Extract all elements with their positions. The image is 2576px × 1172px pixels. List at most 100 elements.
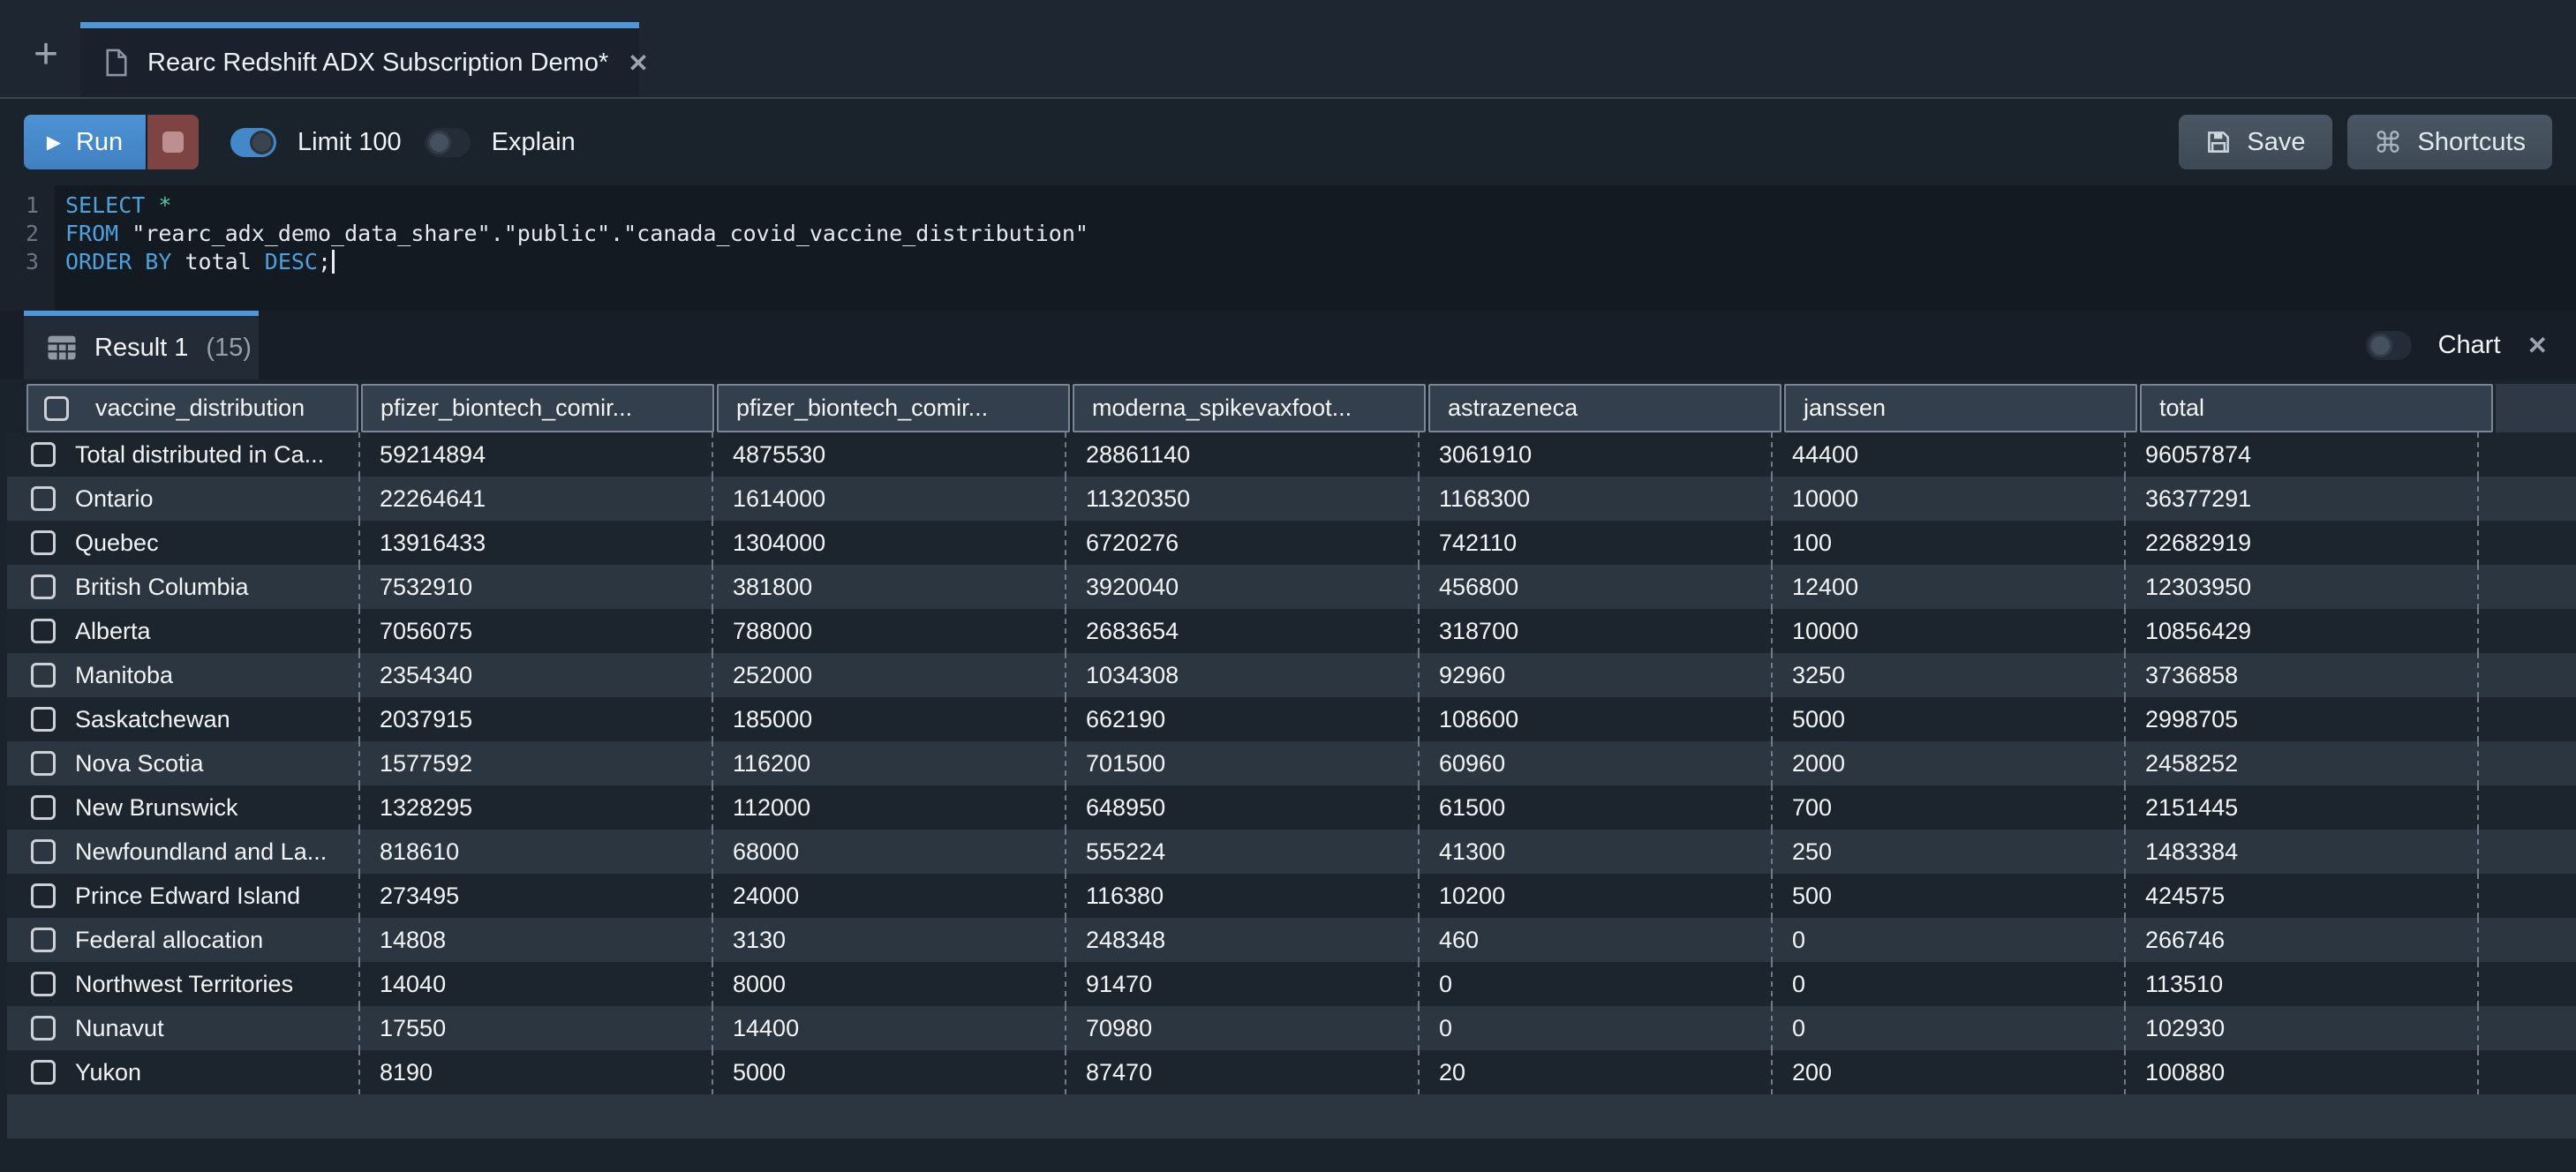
limit-toggle[interactable]: [230, 128, 276, 157]
row-name-cell: Northwest Territories: [7, 962, 358, 1006]
code-text: FROM "rearc_adx_demo_data_share"."public…: [65, 220, 1088, 248]
table-cell: 555224: [1065, 830, 1418, 874]
save-icon: [2205, 129, 2232, 155]
table-row: Manitoba23543402520001034308929603250373…: [7, 653, 2576, 697]
header-filler: [2496, 384, 2576, 432]
table-cell: 59214894: [358, 432, 712, 477]
row-label: Total distributed in Ca...: [75, 441, 324, 469]
editor-toolbar: ▶ Run Limit 100 Explain Save ⌘ Short: [0, 99, 2576, 185]
table-row: Total distributed in Ca...59214894487553…: [7, 432, 2576, 477]
table-cell: 96057874: [2124, 432, 2477, 477]
table-cell: 20: [1418, 1050, 1771, 1094]
table-cell: 273495: [358, 874, 712, 918]
chart-toggle[interactable]: [2366, 331, 2412, 360]
row-checkbox[interactable]: [31, 928, 56, 952]
table-row: Northwest Territories1404080009147000113…: [7, 962, 2576, 1006]
table-cell: 0: [1771, 1006, 2124, 1050]
table-cell: 3736858: [2124, 653, 2477, 697]
code-token: SELECT: [65, 192, 145, 218]
row-name-cell: Saskatchewan: [7, 697, 358, 741]
sql-editor[interactable]: 1SELECT *2FROM "rearc_adx_demo_data_shar…: [0, 185, 2576, 311]
table-row: New Brunswick132829511200064895061500700…: [7, 785, 2576, 830]
row-label: Quebec: [75, 530, 159, 557]
tab-close-icon[interactable]: ✕: [628, 49, 648, 78]
table-cell: 10200: [1418, 874, 1771, 918]
row-checkbox[interactable]: [31, 619, 56, 643]
table-cell: 2151445: [2124, 785, 2477, 830]
results-close-icon[interactable]: ✕: [2527, 331, 2548, 360]
table-cell: 0: [1771, 962, 2124, 1006]
code-text: ORDER BY total DESC;: [65, 248, 335, 276]
row-filler: [2477, 1006, 2576, 1050]
row-checkbox[interactable]: [31, 795, 56, 820]
editor-tab[interactable]: Rearc Redshift ADX Subscription Demo* ✕: [80, 22, 639, 97]
table-cell: 3920040: [1065, 565, 1418, 609]
table-row: Newfoundland and La...818610680005552244…: [7, 830, 2576, 874]
table-cell: 44400: [1771, 432, 2124, 477]
table-cell: 7056075: [358, 609, 712, 653]
table-cell: 248348: [1065, 918, 1418, 962]
column-header[interactable]: janssen: [1784, 384, 2137, 432]
explain-toggle[interactable]: [425, 128, 471, 157]
row-checkbox[interactable]: [31, 1016, 56, 1041]
table-cell: 185000: [712, 697, 1065, 741]
row-name-cell: Prince Edward Island: [7, 874, 358, 918]
code-text: SELECT *: [65, 192, 171, 220]
row-checkbox[interactable]: [31, 1060, 56, 1085]
row-checkbox[interactable]: [31, 707, 56, 732]
column-header[interactable]: vaccine_distribution: [26, 384, 358, 432]
row-name-cell: British Columbia: [7, 565, 358, 609]
table-cell: 10856429: [2124, 609, 2477, 653]
table-cell: 3250: [1771, 653, 2124, 697]
result-tab[interactable]: Result 1 (15): [24, 311, 259, 379]
table-cell: 0: [1771, 918, 2124, 962]
table-cell: 2683654: [1065, 609, 1418, 653]
row-filler: [2477, 741, 2576, 785]
select-all-checkbox[interactable]: [44, 396, 69, 421]
new-tab-button[interactable]: +: [21, 30, 71, 79]
code-line: 3ORDER BY total DESC;: [0, 248, 2576, 276]
table-row: Quebec1391643313040006720276742110100226…: [7, 521, 2576, 565]
row-label: Yukon: [75, 1059, 141, 1086]
table-cell: 70980: [1065, 1006, 1418, 1050]
table-cell: 381800: [712, 565, 1065, 609]
row-checkbox[interactable]: [31, 972, 56, 996]
row-name-cell: Quebec: [7, 521, 358, 565]
column-header[interactable]: moderna_spikevaxfoot...: [1073, 384, 1426, 432]
table-cell: 500: [1771, 874, 2124, 918]
table-cell: 648950: [1065, 785, 1418, 830]
row-checkbox[interactable]: [31, 486, 56, 511]
table-cell: 2998705: [2124, 697, 2477, 741]
code-token: ORDER BY: [65, 249, 171, 274]
stop-button[interactable]: [146, 115, 199, 169]
table-cell: 87470: [1065, 1050, 1418, 1094]
shortcuts-button[interactable]: ⌘ Shortcuts: [2347, 115, 2553, 169]
row-checkbox[interactable]: [31, 442, 56, 467]
row-filler: [2477, 785, 2576, 830]
column-header[interactable]: total: [2140, 384, 2493, 432]
row-checkbox[interactable]: [31, 751, 56, 776]
column-header-label: janssen: [1804, 394, 1886, 422]
row-checkbox[interactable]: [31, 839, 56, 864]
table-cell: 1168300: [1418, 477, 1771, 521]
table-cell: 14040: [358, 962, 712, 1006]
table-cell: 13916433: [358, 521, 712, 565]
row-checkbox[interactable]: [31, 663, 56, 687]
row-checkbox[interactable]: [31, 575, 56, 599]
query-editor-window: + Rearc Redshift ADX Subscription Demo* …: [0, 0, 2576, 1172]
column-header-label: pfizer_biontech_comir...: [736, 394, 988, 422]
result-table: vaccine_distributionpfizer_biontech_comi…: [7, 379, 2576, 1172]
table-cell: 68000: [712, 830, 1065, 874]
row-label: Nunavut: [75, 1015, 164, 1042]
run-button[interactable]: ▶ Run: [24, 115, 146, 169]
row-checkbox[interactable]: [31, 530, 56, 555]
row-checkbox[interactable]: [31, 883, 56, 908]
column-header[interactable]: astrazeneca: [1428, 384, 1781, 432]
row-label: Saskatchewan: [75, 706, 230, 733]
column-header[interactable]: pfizer_biontech_comir...: [361, 384, 714, 432]
column-header[interactable]: pfizer_biontech_comir...: [717, 384, 1070, 432]
save-button[interactable]: Save: [2179, 115, 2331, 169]
row-filler: [2477, 697, 2576, 741]
table-cell: 91470: [1065, 962, 1418, 1006]
row-label: Northwest Territories: [75, 971, 293, 998]
